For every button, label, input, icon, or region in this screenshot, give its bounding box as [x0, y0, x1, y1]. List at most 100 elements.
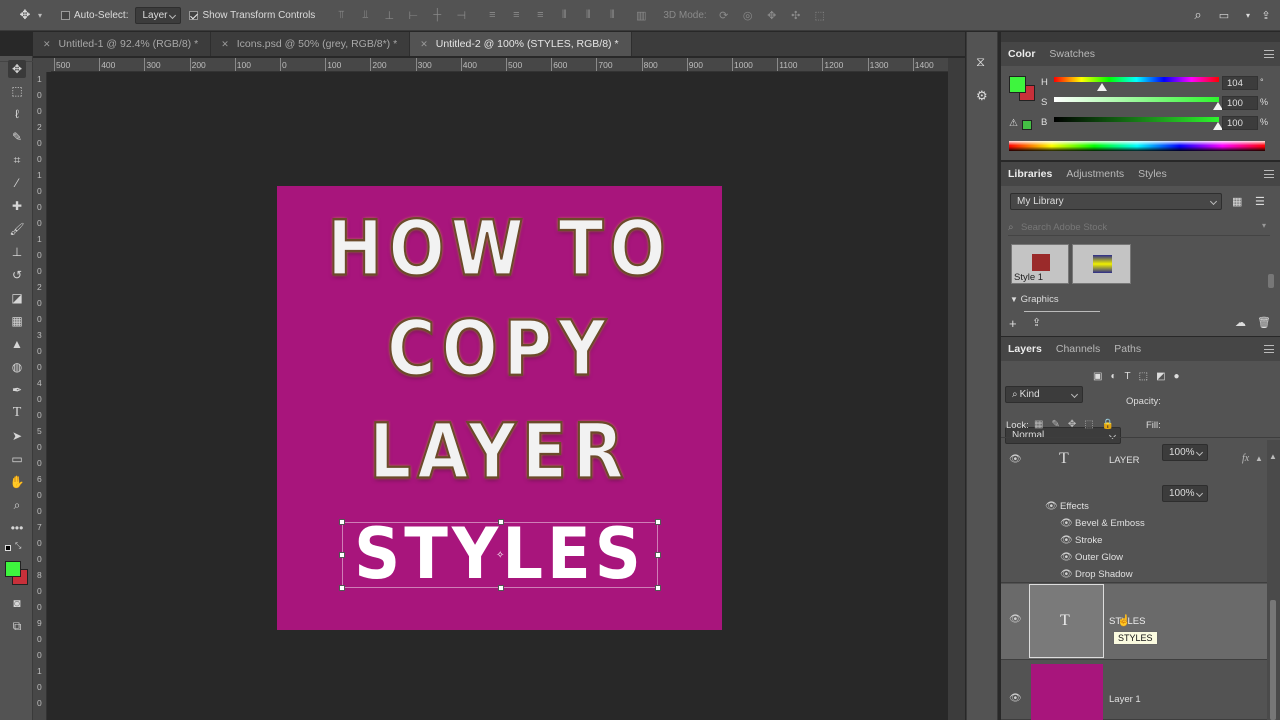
effect-eye-icon[interactable]: 👁: [1060, 569, 1073, 580]
stock-search-field[interactable]: ⌕ Search Adobe Stock ▾: [1008, 219, 1270, 236]
lock-transparent-icon[interactable]: ▦: [1034, 419, 1051, 430]
saturation-value-field[interactable]: 100: [1222, 96, 1258, 110]
hue-value-field[interactable]: 104: [1222, 76, 1258, 90]
quick-select-tool-icon[interactable]: ✎: [8, 128, 26, 146]
hand-tool-icon[interactable]: ✋: [8, 473, 26, 491]
ruler-origin[interactable]: [33, 58, 51, 72]
list-view-icon[interactable]: ☰: [1255, 195, 1265, 208]
library-dropdown[interactable]: My Library: [1010, 193, 1222, 210]
blur-tool-icon[interactable]: ▲: [8, 335, 26, 353]
brightness-value-field[interactable]: 100: [1222, 116, 1258, 130]
align-vcenter-icon[interactable]: ⫫: [358, 8, 372, 22]
align-left-icon[interactable]: ⊢: [406, 8, 420, 22]
lock-all-icon[interactable]: 🔒: [1102, 419, 1122, 430]
cloud-sync-icon[interactable]: ☁: [1235, 316, 1246, 329]
tab-swatches[interactable]: Swatches: [1049, 48, 1095, 60]
lock-artboard-icon[interactable]: ⬚: [1084, 419, 1101, 430]
effect-eye-icon[interactable]: 👁: [1060, 535, 1073, 546]
library-gradient-item[interactable]: [1072, 244, 1131, 284]
lasso-tool-icon[interactable]: ℓ: [8, 105, 26, 123]
distribute-right-icon[interactable]: ⦀: [605, 8, 619, 22]
align-right-icon[interactable]: ⊣: [454, 8, 468, 22]
marquee-tool-icon[interactable]: ⬚: [8, 82, 26, 100]
effect-stroke[interactable]: Stroke: [1075, 535, 1102, 546]
saturation-slider[interactable]: [1054, 97, 1219, 102]
web-safe-color-swatch[interactable]: [1022, 120, 1032, 130]
scrollbar-thumb[interactable]: [1270, 600, 1276, 720]
brightness-slider[interactable]: [1054, 117, 1219, 122]
tab-paths[interactable]: Paths: [1114, 343, 1141, 355]
tab-untitled-1[interactable]: ✕ Untitled-1 @ 92.4% (RGB/8) *: [33, 32, 212, 56]
gradient-tool-icon[interactable]: ▦: [8, 312, 26, 330]
history-panel-icon[interactable]: ⧖: [976, 54, 985, 70]
hue-slider-thumb[interactable]: [1097, 83, 1107, 91]
layer-filter-dropdown[interactable]: ⌕ Kind: [1005, 386, 1083, 403]
effect-eye-icon[interactable]: 👁: [1060, 552, 1073, 563]
tab-layers[interactable]: Layers: [1008, 343, 1042, 355]
scroll-up-icon[interactable]: ▲: [1269, 452, 1277, 461]
distribute-hcenter-icon[interactable]: ⦀: [581, 8, 595, 22]
libraries-scrollbar[interactable]: [1268, 274, 1274, 288]
graphics-section[interactable]: ▼ Graphics: [1010, 294, 1059, 305]
effect-outer-glow[interactable]: Outer Glow: [1075, 552, 1123, 563]
more-tools-icon[interactable]: •••: [8, 519, 26, 537]
distribute-bottom-icon[interactable]: ≡: [533, 8, 547, 22]
history-brush-tool-icon[interactable]: ↺: [8, 266, 26, 284]
transform-handle[interactable]: [498, 519, 504, 525]
orbit-3d-icon[interactable]: ⟳: [717, 8, 731, 22]
slide-3d-icon[interactable]: ✣: [789, 8, 803, 22]
library-style-item[interactable]: Style 1: [1011, 244, 1069, 284]
path-selection-tool-icon[interactable]: ➤: [8, 427, 26, 445]
roll-3d-icon[interactable]: ◎: [741, 8, 755, 22]
move-tool-icon[interactable]: ✥: [8, 60, 26, 78]
transform-handle[interactable]: [339, 585, 345, 591]
close-icon[interactable]: ✕: [43, 39, 51, 50]
close-icon[interactable]: ✕: [420, 39, 428, 50]
visibility-eye-icon[interactable]: 👁: [1009, 454, 1022, 465]
chevron-down-icon[interactable]: ▾: [1262, 221, 1266, 230]
transform-handle[interactable]: [655, 585, 661, 591]
screen-mode-icon[interactable]: ⧉: [8, 617, 26, 635]
grid-view-icon[interactable]: ▦: [1232, 195, 1242, 208]
color-ramp[interactable]: [1009, 141, 1265, 151]
auto-select-checkbox[interactable]: [61, 10, 70, 20]
swap-colors-icon[interactable]: ⤡: [15, 541, 21, 551]
collapse-effects-icon[interactable]: ▲: [1255, 454, 1263, 463]
distribute-vcenter-icon[interactable]: ≡: [509, 8, 523, 22]
eraser-tool-icon[interactable]: ◪: [8, 289, 26, 307]
type-filter-icon[interactable]: T: [1125, 371, 1139, 382]
lock-image-icon[interactable]: ✎: [1051, 419, 1067, 430]
auto-select-dropdown[interactable]: Layer: [135, 6, 182, 24]
vertical-scrollbar[interactable]: [948, 58, 965, 720]
transform-handle[interactable]: [655, 519, 661, 525]
auto-align-icon[interactable]: ▥: [634, 8, 648, 22]
foreground-color-swatch[interactable]: [5, 561, 21, 577]
tab-icons[interactable]: ✕ Icons.psd @ 50% (grey, RGB/8*) *: [211, 32, 411, 56]
distribute-top-icon[interactable]: ≡: [485, 8, 499, 22]
hue-slider[interactable]: [1054, 77, 1219, 82]
effect-eye-icon[interactable]: 👁: [1060, 518, 1073, 529]
panel-menu-icon[interactable]: [1264, 345, 1274, 353]
dodge-tool-icon[interactable]: ◍: [8, 358, 26, 376]
align-hcenter-icon[interactable]: ┼: [430, 8, 444, 22]
align-bottom-icon[interactable]: ⊥: [382, 8, 396, 22]
pan-3d-icon[interactable]: ✥: [765, 8, 779, 22]
pixel-filter-icon[interactable]: ▣: [1093, 371, 1110, 382]
pen-tool-icon[interactable]: ✒: [8, 381, 26, 399]
tab-adjustments[interactable]: Adjustments: [1066, 168, 1124, 180]
transform-handle[interactable]: [339, 519, 345, 525]
smart-object-filter-icon[interactable]: ◩: [1156, 371, 1173, 382]
search-icon[interactable]: ⌕: [1191, 7, 1205, 22]
disclosure-triangle-icon[interactable]: ▼: [1010, 295, 1018, 304]
layers-scrollbar[interactable]: ▲: [1267, 440, 1280, 720]
share-icon[interactable]: ⇪: [1259, 8, 1273, 22]
workspace-chevron-icon[interactable]: ▾: [1241, 8, 1255, 22]
align-top-icon[interactable]: ⫪: [334, 8, 348, 22]
upload-icon[interactable]: ⇪: [1032, 316, 1041, 329]
workspace-icon[interactable]: ▭: [1217, 8, 1231, 22]
type-tool-icon[interactable]: T: [8, 404, 26, 422]
out-of-gamut-warning-icon[interactable]: ⚠: [1009, 118, 1018, 129]
layer-row-styles[interactable]: 👁 T STYLES ☝ STYLES: [1001, 584, 1267, 660]
filter-toggle-icon[interactable]: ●: [1174, 371, 1188, 382]
reference-point-icon[interactable]: ✧: [496, 550, 504, 561]
